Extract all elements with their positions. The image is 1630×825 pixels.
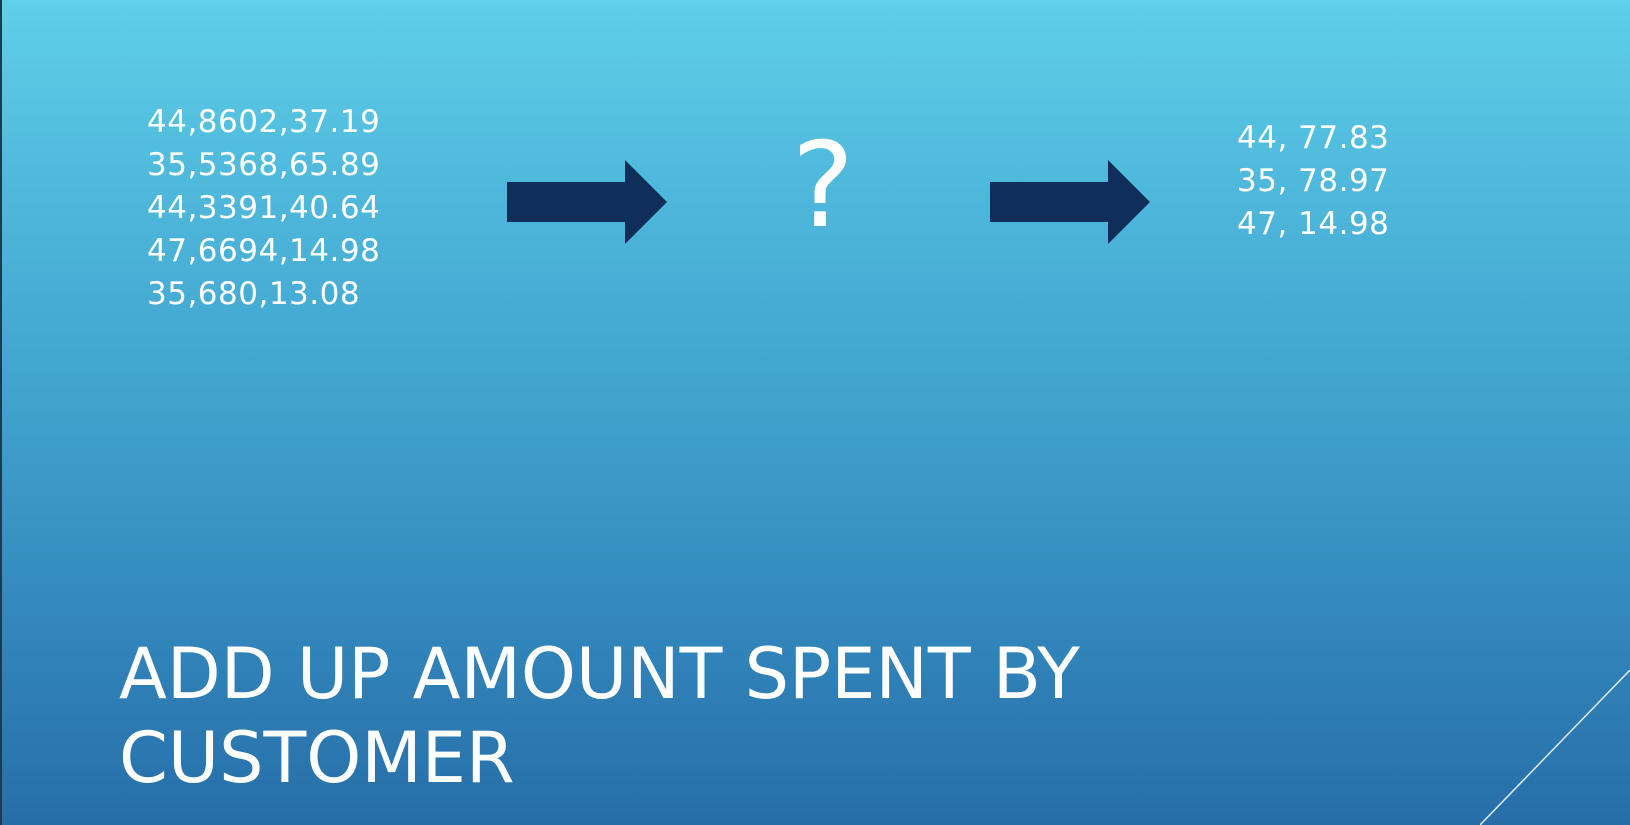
input-line: 35,5368,65.89 [147,147,381,183]
decorative-corner-line [1480,670,1630,825]
question-mark: ? [791,116,855,254]
right-arrow-icon [990,160,1150,244]
slide-title: ADD UP AMOUNT SPENT BY CUSTOMER [119,632,1219,800]
input-data-list: 44,8602,37.19 35,5368,65.89 44,3391,40.6… [147,101,380,316]
slide-title-line: ADD UP AMOUNT SPENT BY [119,633,1080,715]
output-line: 44, 77.83 [1237,120,1390,156]
slide-left-edge [0,0,2,825]
output-line: 47, 14.98 [1237,206,1390,242]
input-line: 47,6694,14.98 [147,233,381,269]
input-line: 35,680,13.08 [147,276,361,312]
input-line: 44,3391,40.64 [147,190,381,226]
input-line: 44,8602,37.19 [147,104,381,140]
slide: 44,8602,37.19 35,5368,65.89 44,3391,40.6… [0,0,1630,825]
output-data-list: 44, 77.83 35, 78.97 47, 14.98 [1237,117,1389,246]
right-arrow-icon [507,160,667,244]
slide-title-line: CUSTOMER [119,717,515,799]
output-line: 35, 78.97 [1237,163,1390,199]
